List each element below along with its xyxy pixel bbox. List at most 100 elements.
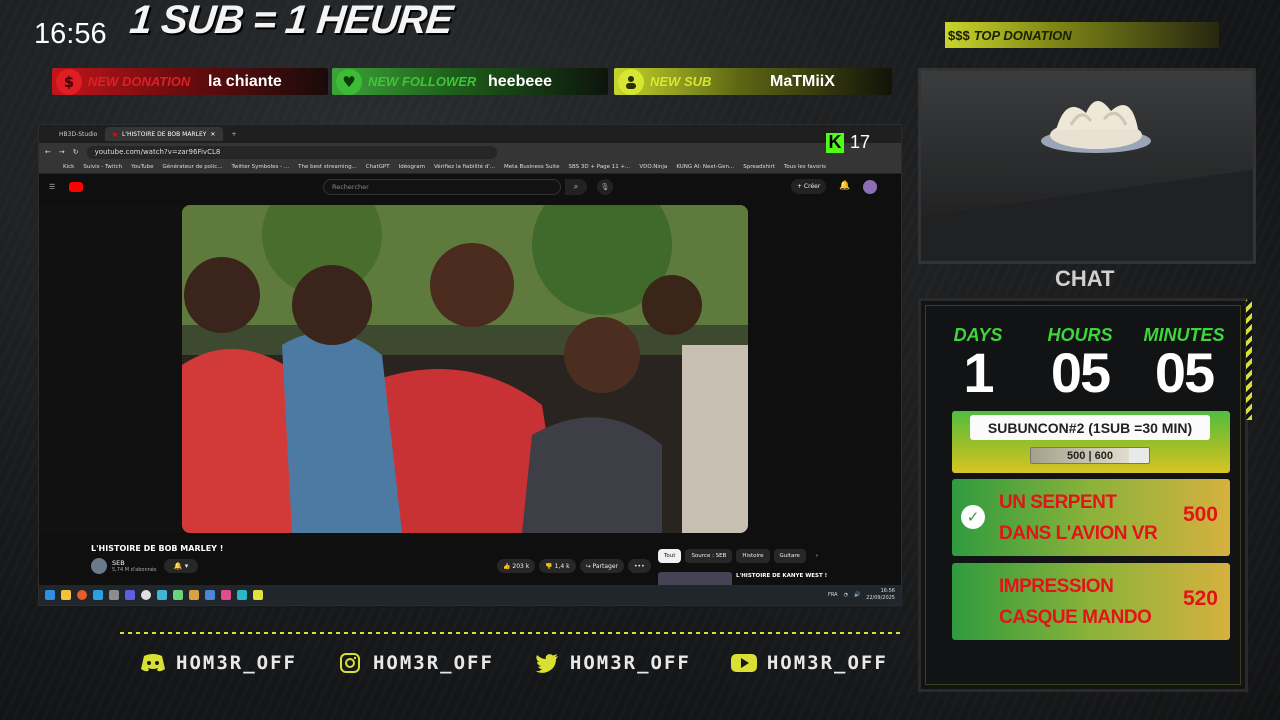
taskbar-time: 16:56: [880, 588, 895, 594]
edge-icon[interactable]: [93, 590, 103, 600]
bookmark-item[interactable]: KUNG AI: Next-Gen...: [676, 164, 734, 170]
days-value: 1: [963, 341, 994, 404]
bookmark-item[interactable]: The best streaming...: [298, 164, 357, 170]
search-icon[interactable]: ⌕: [565, 179, 587, 195]
like-button[interactable]: 👍 203 k: [497, 559, 536, 573]
bookmark-item[interactable]: YouTube: [131, 164, 153, 170]
subathon-panel: DAYS 1 HOURS 05 MINUTES 05 SUBUNCON#2 (1…: [918, 298, 1248, 692]
search-input[interactable]: Rechercher: [323, 179, 561, 195]
windows-taskbar: FRA ◔ 🔊 16:56 22/09/2025: [39, 585, 901, 605]
donation-name: la chiante: [208, 72, 282, 90]
printed-object-image: [1041, 100, 1151, 153]
minutes-value: 05: [1154, 341, 1215, 404]
more-icon[interactable]: •••: [628, 559, 651, 573]
tray-language[interactable]: FRA: [828, 592, 838, 598]
tab-hb3d[interactable]: HB3D-Studio: [51, 127, 105, 141]
subathon-title: SUBUNCON#2 (1SUB =30 MIN): [970, 415, 1210, 440]
social-twitter: HOM3R_OFF: [534, 652, 691, 674]
app-icon[interactable]: [253, 590, 263, 600]
menu-icon[interactable]: ☰: [49, 183, 55, 191]
chip-all[interactable]: Tout: [658, 549, 682, 563]
create-button[interactable]: + Créer: [791, 179, 827, 194]
twitter-icon: [534, 653, 560, 673]
bookmark-item[interactable]: Tous les favoris: [784, 164, 826, 170]
bookmark-item[interactable]: SBS 3D + Page 11 +...: [569, 164, 631, 170]
close-icon[interactable]: ✕: [210, 131, 215, 138]
instagram-icon: [337, 653, 363, 673]
avatar[interactable]: [863, 180, 877, 194]
chip-history[interactable]: Histoire: [736, 549, 770, 563]
share-label: Partager: [592, 562, 619, 570]
bookmark-item[interactable]: Idéogram: [399, 164, 425, 170]
chip-guitar[interactable]: Guitare: [773, 549, 806, 563]
browser-capture: HB3D-Studio ▶ L'HISTOIRE DE BOB MARLEY ✕ +…: [38, 124, 902, 606]
subathon-headline: 1 SUB = 1 HEURE: [127, 0, 455, 42]
sub-alert: NEW SUB MaTMiiX: [614, 68, 892, 95]
goal-item: ✓ UN SERPENT DANS L'AVION VR 500: [952, 479, 1230, 556]
channel-avatar[interactable]: [91, 558, 107, 574]
bookmark-item[interactable]: Twitter Symboles - ...: [232, 164, 290, 170]
back-icon[interactable]: ←: [45, 148, 51, 156]
windows-start-icon[interactable]: [45, 590, 55, 600]
subscriber-count: 5,74 M d'abonnés: [112, 567, 157, 573]
discord-taskbar-icon[interactable]: [125, 590, 135, 600]
wifi-icon[interactable]: ◔: [844, 592, 848, 598]
chat-title: CHAT: [1055, 266, 1115, 291]
chevron-right-icon[interactable]: ›: [810, 549, 824, 563]
money-icon: $$$: [948, 27, 970, 43]
video-title: L'HISTOIRE DE BOB MARLEY !: [91, 544, 224, 553]
bookmark-item[interactable]: Spreadshirt: [743, 164, 775, 170]
brave-icon[interactable]: [77, 590, 87, 600]
youtube-icon: [730, 653, 757, 673]
subscribe-bell-button[interactable]: 🔔 ▾: [164, 559, 198, 573]
app-icon[interactable]: [173, 590, 183, 600]
bookmark-item[interactable]: Kick: [63, 164, 74, 170]
subathon-progress-text: 500 | 600: [1067, 449, 1113, 462]
bookmark-item[interactable]: Meta Business Suite: [504, 164, 559, 170]
taskbar-clock[interactable]: 16:56 22/09/2025: [866, 588, 895, 602]
steam-icon[interactable]: [109, 590, 119, 600]
chip-source[interactable]: Source : SEB: [685, 549, 733, 563]
url-field[interactable]: youtube.com/watch?v=zar96FivCL8: [86, 145, 497, 159]
share-button[interactable]: ↪ Partager: [579, 559, 624, 573]
obs-icon[interactable]: [141, 590, 151, 600]
notification-bell-icon[interactable]: 🔔: [839, 181, 850, 191]
check-icon: ✓: [961, 505, 985, 529]
dotted-divider: [120, 632, 900, 634]
video-frame-image: [182, 205, 748, 533]
bookmark-item[interactable]: Suivis - Twitch: [83, 164, 122, 170]
app-icon[interactable]: [157, 590, 167, 600]
volume-icon[interactable]: 🔊: [854, 592, 860, 598]
bookmark-item[interactable]: VDO.Ninja: [639, 164, 667, 170]
youtube-logo-icon[interactable]: [69, 182, 84, 192]
recommended-title[interactable]: L'HISTOIRE DE KANYE WEST !: [736, 573, 827, 579]
top-donation-bar: $$$ TOP DONATION: [945, 22, 1219, 48]
bookmark-item[interactable]: Vérifiez la fiabilité d'...: [434, 164, 495, 170]
system-tray: FRA ◔ 🔊 16:56 22/09/2025: [828, 588, 895, 602]
dislike-button[interactable]: 👎 1,4 k: [539, 559, 576, 573]
app-icon[interactable]: [205, 590, 215, 600]
bookmark-item[interactable]: Générateur de polic...: [163, 164, 223, 170]
video-letterbox: [39, 205, 182, 533]
follower-alert: ♥ NEW FOLLOWER heebeee: [332, 68, 608, 95]
app-icon[interactable]: [237, 590, 247, 600]
new-tab-button[interactable]: +: [223, 127, 244, 141]
kick-viewer-counter: K 17: [826, 132, 870, 153]
share-icon: ↪: [585, 562, 593, 570]
reload-icon[interactable]: ↻: [73, 148, 79, 156]
taskbar-date: 22/09/2025: [866, 595, 895, 601]
microphone-icon[interactable]: 🎙: [597, 179, 613, 195]
thumbs-down-icon: 👎: [545, 562, 555, 570]
bookmark-item[interactable]: ChatGPT: [366, 164, 390, 170]
app-icon[interactable]: [189, 590, 199, 600]
top-donation-label: TOP DONATION: [973, 27, 1072, 43]
forward-icon[interactable]: →: [59, 148, 65, 156]
video-player[interactable]: [182, 205, 748, 533]
app-icon[interactable]: [221, 590, 231, 600]
video-actions: 👍 203 k 👎 1,4 k ↪ Partager •••: [497, 559, 651, 573]
subathon-progress-bar: 500 | 600: [1030, 447, 1150, 464]
channel-name[interactable]: SEB: [112, 559, 125, 567]
file-explorer-icon[interactable]: [61, 590, 71, 600]
social-youtube: HOM3R_OFF: [730, 652, 888, 674]
tab-video[interactable]: ▶ L'HISTOIRE DE BOB MARLEY ✕: [105, 127, 224, 141]
